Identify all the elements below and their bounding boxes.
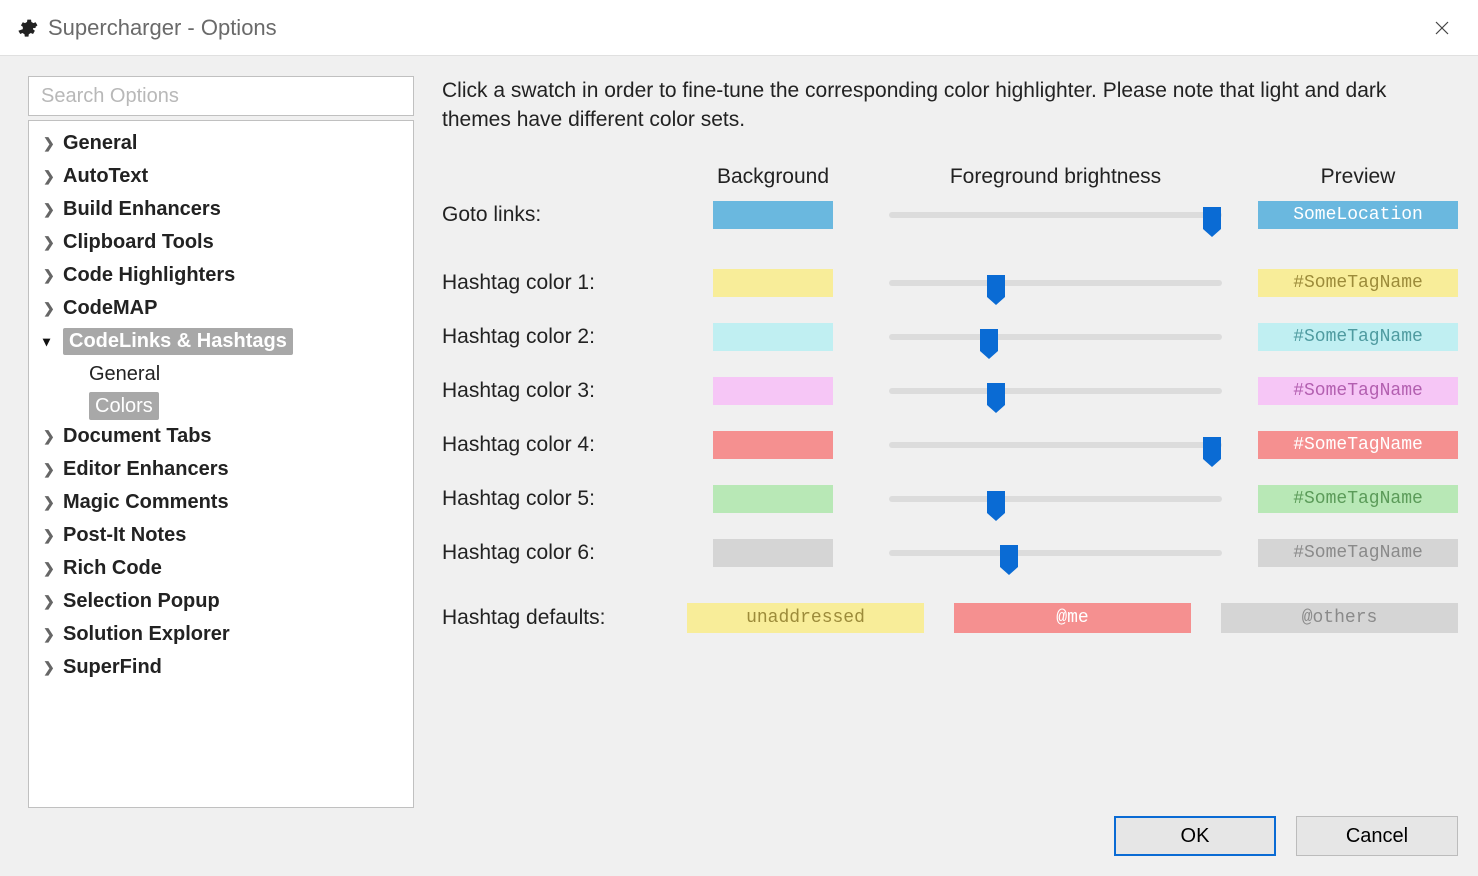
tree-item-codelinks-hashtags[interactable]: ▾CodeLinks & Hashtags <box>29 325 413 358</box>
brightness-slider[interactable] <box>889 201 1222 229</box>
tree-item-selection-popup[interactable]: ❯Selection Popup <box>29 585 413 618</box>
tree-item-code-highlighters[interactable]: ❯Code Highlighters <box>29 259 413 292</box>
preview-swatch: SomeLocation <box>1258 201 1458 229</box>
tree-item-label: Build Enhancers <box>63 198 221 221</box>
tree-item-label: General <box>63 132 137 155</box>
brightness-slider[interactable] <box>889 431 1222 459</box>
brightness-slider[interactable] <box>889 485 1222 513</box>
client-area: ❯General❯AutoText❯Build Enhancers❯Clipbo… <box>0 56 1478 876</box>
background-swatch[interactable] <box>713 431 833 459</box>
window-title: Supercharger - Options <box>48 15 277 41</box>
row-label: Hashtag color 2: <box>442 325 657 349</box>
close-button[interactable] <box>1422 8 1462 48</box>
brightness-slider[interactable] <box>889 539 1222 567</box>
options-tree[interactable]: ❯General❯AutoText❯Build Enhancers❯Clipbo… <box>28 120 414 808</box>
brightness-slider[interactable] <box>889 377 1222 405</box>
preview-swatch: #SomeTagName <box>1258 539 1458 567</box>
cancel-button[interactable]: Cancel <box>1296 816 1458 856</box>
brightness-slider[interactable] <box>889 269 1222 297</box>
tree-item-label: CodeLinks & Hashtags <box>63 328 293 355</box>
tree-item-magic-comments[interactable]: ❯Magic Comments <box>29 486 413 519</box>
preview-swatch: #SomeTagName <box>1258 485 1458 513</box>
default-unaddressed[interactable]: unaddressed <box>687 603 924 633</box>
brightness-slider[interactable] <box>889 323 1222 351</box>
tree-subitem-colors[interactable]: Colors <box>89 392 159 420</box>
chevron-right-icon: ❯ <box>43 527 63 544</box>
tree-item-label: SuperFind <box>63 656 162 679</box>
chevron-right-icon: ❯ <box>43 560 63 577</box>
background-swatch[interactable] <box>713 323 833 351</box>
search-input[interactable] <box>28 76 414 116</box>
tree-item-label: Code Highlighters <box>63 264 235 287</box>
chevron-right-icon: ❯ <box>43 428 63 445</box>
tree-item-document-tabs[interactable]: ❯Document Tabs <box>29 420 413 453</box>
chevron-down-icon: ▾ <box>43 333 63 350</box>
dialog-buttons: OK Cancel <box>28 808 1458 856</box>
background-swatch[interactable] <box>713 377 833 405</box>
tree-item-label: Magic Comments <box>63 491 229 514</box>
chevron-right-icon: ❯ <box>43 461 63 478</box>
defaults-label: Hashtag defaults: <box>442 606 657 630</box>
tree-item-label: Post-It Notes <box>63 524 186 547</box>
background-swatch[interactable] <box>713 269 833 297</box>
chevron-right-icon: ❯ <box>43 659 63 676</box>
options-dialog: Supercharger - Options ❯General❯AutoText… <box>0 0 1478 876</box>
tree-item-post-it-notes[interactable]: ❯Post-It Notes <box>29 519 413 552</box>
preview-swatch: #SomeTagName <box>1258 323 1458 351</box>
row-label: Hashtag color 5: <box>442 487 657 511</box>
chevron-right-icon: ❯ <box>43 300 63 317</box>
tree-item-superfind[interactable]: ❯SuperFind <box>29 651 413 684</box>
tree-item-label: Clipboard Tools <box>63 231 214 254</box>
row-label: Hashtag color 4: <box>442 433 657 457</box>
defaults-row: Hashtag defaults: unaddressed @me @other… <box>442 603 1458 633</box>
tree-item-label: Rich Code <box>63 557 162 580</box>
header-preview: Preview <box>1258 165 1458 201</box>
description-text: Click a swatch in order to fine-tune the… <box>442 76 1458 135</box>
tree-item-label: Document Tabs <box>63 425 212 448</box>
chevron-right-icon: ❯ <box>43 267 63 284</box>
tree-item-rich-code[interactable]: ❯Rich Code <box>29 552 413 585</box>
sidebar: ❯General❯AutoText❯Build Enhancers❯Clipbo… <box>28 76 414 808</box>
preview-swatch: #SomeTagName <box>1258 377 1458 405</box>
chevron-right-icon: ❯ <box>43 494 63 511</box>
main-panel: Click a swatch in order to fine-tune the… <box>442 76 1458 808</box>
tree-item-label: CodeMAP <box>63 297 157 320</box>
header-foreground: Foreground brightness <box>889 165 1222 201</box>
tree-item-editor-enhancers[interactable]: ❯Editor Enhancers <box>29 453 413 486</box>
chevron-right-icon: ❯ <box>43 593 63 610</box>
preview-swatch: #SomeTagName <box>1258 269 1458 297</box>
background-swatch[interactable] <box>713 201 833 229</box>
chevron-right-icon: ❯ <box>43 234 63 251</box>
row-label: Hashtag color 3: <box>442 379 657 403</box>
tree-subitem-general[interactable]: General <box>89 358 413 390</box>
header-background: Background <box>693 165 853 201</box>
chevron-right-icon: ❯ <box>43 201 63 218</box>
background-swatch[interactable] <box>713 485 833 513</box>
color-grid: Background Foreground brightness Preview… <box>442 165 1458 593</box>
tree-item-solution-explorer[interactable]: ❯Solution Explorer <box>29 618 413 651</box>
preview-swatch: #SomeTagName <box>1258 431 1458 459</box>
tree-item-clipboard-tools[interactable]: ❯Clipboard Tools <box>29 226 413 259</box>
chevron-right-icon: ❯ <box>43 626 63 643</box>
background-swatch[interactable] <box>713 539 833 567</box>
tree-item-label: AutoText <box>63 165 148 188</box>
gear-icon <box>16 17 38 39</box>
row-label: Goto links: <box>442 203 657 227</box>
default-others[interactable]: @others <box>1221 603 1458 633</box>
tree-item-label: Selection Popup <box>63 590 220 613</box>
chevron-right-icon: ❯ <box>43 135 63 152</box>
ok-button[interactable]: OK <box>1114 816 1276 856</box>
chevron-right-icon: ❯ <box>43 168 63 185</box>
default-me[interactable]: @me <box>954 603 1191 633</box>
titlebar: Supercharger - Options <box>0 0 1478 56</box>
row-label: Hashtag color 1: <box>442 271 657 295</box>
tree-item-autotext[interactable]: ❯AutoText <box>29 160 413 193</box>
tree-item-label: Editor Enhancers <box>63 458 229 481</box>
tree-item-codemap[interactable]: ❯CodeMAP <box>29 292 413 325</box>
tree-item-build-enhancers[interactable]: ❯Build Enhancers <box>29 193 413 226</box>
tree-item-label: Solution Explorer <box>63 623 230 646</box>
row-label: Hashtag color 6: <box>442 541 657 565</box>
tree-item-general[interactable]: ❯General <box>29 127 413 160</box>
